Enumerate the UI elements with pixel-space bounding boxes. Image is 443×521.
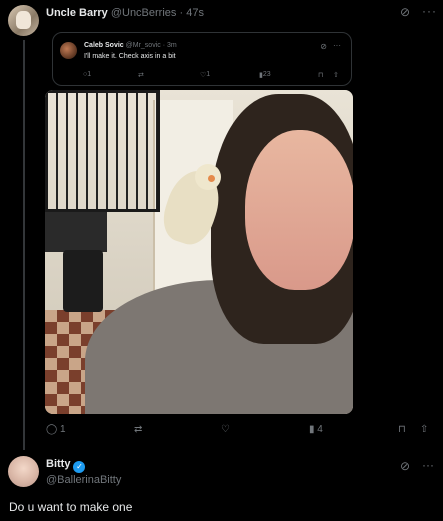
more-icon[interactable]: ··· [422, 5, 437, 17]
avatar[interactable] [8, 456, 39, 487]
quote-reply-count: 1 [87, 71, 92, 78]
avatar [60, 42, 77, 59]
like-icon: ♡ [221, 424, 230, 435]
author-handle[interactable]: @UncBerries [111, 7, 177, 19]
quote-actions: ○ 1 ⇄ ♡ 1 ▮ 23 ⊓ ⇧ [83, 71, 345, 81]
person-face [245, 130, 353, 290]
reply-text: Do u want to make one [9, 500, 133, 514]
reply-author-name[interactable]: Bitty [46, 458, 70, 470]
reply-button[interactable]: ◯ 1 [46, 424, 66, 438]
reply-tweet[interactable]: Bitty ✓ @BallerinaBitty ⊘ ··· Do u want t… [0, 450, 443, 521]
reply-icon[interactable]: ○ 1 [83, 71, 91, 78]
quote-header: Caleb Sovic @Mr_sovic · 3m [84, 42, 177, 49]
tweet-time[interactable]: 47s [186, 7, 204, 19]
grok-icon[interactable]: ⊘ [320, 42, 327, 51]
quote-like-count: 1 [206, 71, 211, 78]
like-icon[interactable]: ♡ 1 [200, 71, 210, 79]
retweet-icon: ⇄ [134, 424, 143, 435]
reply-count: 1 [59, 424, 66, 435]
like-button[interactable]: ♡ [221, 424, 230, 438]
quote-text: I'll make it. Check axis in a bit [84, 53, 176, 60]
tweet[interactable]: Uncle Barry @UncBerries · 47s ⊘ ··· Cale… [0, 0, 443, 450]
tweet-header: Uncle Barry @UncBerries · 47s [46, 7, 204, 19]
views-button[interactable]: ▮ 4 [309, 424, 323, 438]
quoted-tweet[interactable]: Caleb Sovic @Mr_sovic · 3m ⊘ ··· I'll ma… [52, 32, 352, 86]
views-icon: ▮ [309, 424, 315, 435]
reply-icon: ◯ [46, 424, 58, 435]
bird-cage [45, 90, 160, 212]
author-name[interactable]: Uncle Barry [46, 7, 108, 19]
avatar[interactable] [8, 5, 39, 36]
quote-time: 3m [166, 42, 177, 49]
quote-view-count: 23 [262, 71, 271, 78]
share-button[interactable]: ⇧ [420, 424, 428, 438]
tweet-photo[interactable] [45, 90, 353, 414]
bookmark-icon[interactable]: ⊓ [318, 71, 323, 79]
quote-author-name: Caleb Sovic [84, 42, 124, 49]
verified-badge-icon: ✓ [73, 461, 86, 473]
reply-author-handle[interactable]: @BallerinaBitty [46, 474, 121, 486]
retweet-icon[interactable]: ⇄ [138, 71, 144, 79]
reply-header: Bitty ✓ [46, 458, 86, 473]
grok-icon[interactable]: ⊘ [400, 6, 410, 18]
share-icon: ⇧ [420, 424, 429, 435]
grok-icon[interactable]: ⊘ [400, 460, 410, 472]
bookmark-button[interactable]: ⊓ [398, 424, 406, 438]
view-count: 4 [317, 424, 323, 435]
quote-author-handle: @Mr_sovic [125, 42, 161, 49]
more-icon[interactable]: ··· [333, 41, 341, 50]
more-icon[interactable]: ··· [422, 459, 434, 471]
retweet-button[interactable]: ⇄ [134, 424, 142, 438]
views-icon[interactable]: ▮ 23 [259, 71, 271, 79]
share-icon[interactable]: ⇧ [333, 71, 339, 79]
thread-line [23, 40, 25, 450]
bookmark-icon: ⊓ [398, 424, 406, 435]
